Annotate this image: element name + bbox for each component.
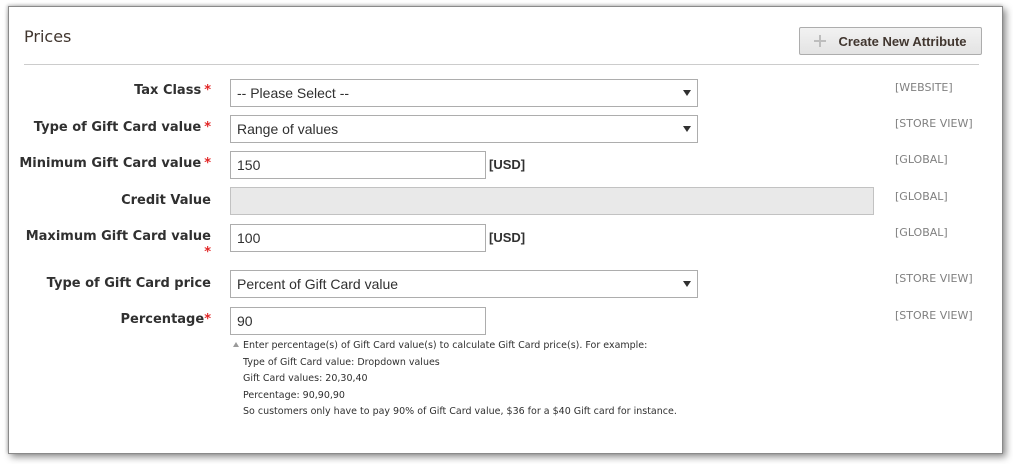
note-line: Type of Gift Card value: Dropdown values — [243, 356, 440, 368]
credit-value-label: Credit Value — [121, 193, 211, 208]
gift-card-type-select[interactable]: Range of values — [230, 115, 698, 143]
note-line: So customers only have to pay 90% of Gif… — [243, 406, 677, 417]
required-marker: * — [204, 156, 211, 171]
tax-class-scope: [WEBSITE] — [895, 81, 953, 94]
min-value-label: Minimum Gift Card value * — [19, 156, 211, 171]
min-value-scope: [GLOBAL] — [895, 153, 948, 166]
tax-class-label: Tax Class * — [134, 83, 211, 98]
note-line: Enter percentage(s) of Gift Card value(s… — [233, 338, 753, 355]
required-marker: * — [204, 83, 211, 98]
note-line: Gift Card values: 20,30,40 — [243, 373, 368, 384]
create-new-attribute-label: Create New Attribute — [838, 33, 967, 49]
percentage-scope: [STORE VIEW] — [895, 309, 973, 322]
gift-card-type-label: Type of Gift Card value * — [33, 120, 211, 135]
max-value-scope: [GLOBAL] — [895, 226, 948, 239]
price-type-select[interactable]: Percent of Gift Card value — [230, 270, 698, 298]
percentage-help-note: Enter percentage(s) of Gift Card value(s… — [233, 338, 753, 421]
percentage-label: Percentage* — [120, 312, 211, 327]
max-value-unit: [USD] — [489, 230, 526, 245]
caret-down-icon — [683, 281, 691, 287]
percentage-input[interactable]: 90 — [230, 307, 486, 335]
tax-class-selected-value: -- Please Select -- — [237, 85, 350, 101]
min-value-unit: [USD] — [489, 157, 526, 172]
max-value-input[interactable]: 100 — [230, 224, 486, 252]
required-marker: * — [204, 245, 211, 260]
caret-down-icon — [683, 90, 691, 96]
price-type-scope: [STORE VIEW] — [895, 272, 973, 285]
section-title: Prices — [24, 27, 72, 46]
triangle-up-icon — [233, 342, 239, 347]
credit-value-scope: [GLOBAL] — [895, 190, 948, 203]
create-new-attribute-button[interactable]: Create New Attribute — [799, 27, 982, 55]
tax-class-select[interactable]: -- Please Select -- — [230, 79, 698, 107]
credit-value-input — [230, 187, 874, 215]
screenshot-frame: Prices Create New Attribute Tax Class * -… — [8, 6, 1003, 454]
required-marker: * — [204, 120, 211, 135]
gift-card-type-selected-value: Range of values — [237, 121, 339, 137]
note-line: Percentage: 90,90,90 — [243, 389, 345, 401]
max-value-label: Maximum Gift Card value * — [25, 229, 211, 260]
price-type-label: Type of Gift Card price — [46, 276, 211, 291]
price-type-selected-value: Percent of Gift Card value — [237, 276, 399, 292]
plus-icon — [814, 35, 827, 47]
min-value-input[interactable]: 150 — [230, 151, 486, 179]
prices-panel: Prices Create New Attribute Tax Class * -… — [9, 7, 1002, 453]
section-divider — [24, 64, 979, 65]
required-marker: * — [204, 312, 211, 327]
caret-down-icon — [683, 126, 691, 132]
gift-card-type-scope: [STORE VIEW] — [895, 117, 973, 130]
